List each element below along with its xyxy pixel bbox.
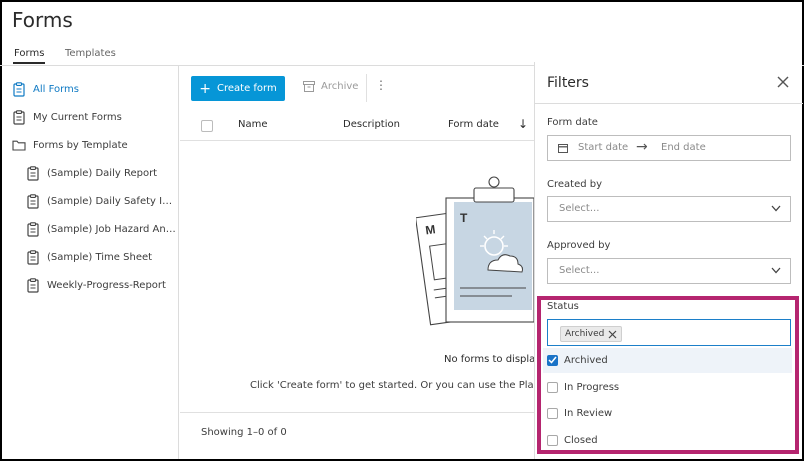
approved-by-select[interactable]: Select... xyxy=(547,258,791,284)
sidebar-item-all-forms[interactable]: All Forms xyxy=(12,79,79,99)
approved-by-label: Approved by xyxy=(547,240,611,251)
pagination-summary: Showing 1–0 of 0 xyxy=(201,427,287,438)
form-date-label: Form date xyxy=(547,117,598,128)
archive-label: Archive xyxy=(321,81,359,92)
sidebar-item-label: (Sample) Daily Safety I… xyxy=(47,195,173,207)
footer-divider xyxy=(180,412,534,413)
plus-icon: + xyxy=(199,80,211,97)
folder-icon xyxy=(12,137,26,153)
sort-descending-icon[interactable]: ↓ xyxy=(518,117,528,131)
art-letter-t: T xyxy=(460,211,468,225)
calendar-icon xyxy=(558,144,568,153)
create-form-label: Create form xyxy=(217,83,277,94)
sidebar-item-template[interactable]: (Sample) Daily Report xyxy=(26,163,157,183)
chevron-down-icon xyxy=(771,205,781,212)
clipboard-icon xyxy=(12,109,26,125)
sidebar-item-template[interactable]: (Sample) Job Hazard An… xyxy=(26,219,176,239)
sidebar-item-label: My Current Forms xyxy=(33,111,122,123)
sidebar-item-label: (Sample) Daily Report xyxy=(47,167,158,179)
approved-by-placeholder: Select... xyxy=(559,265,600,276)
archive-icon xyxy=(303,81,315,92)
clipboard-icon xyxy=(26,277,40,293)
filters-title: Filters xyxy=(547,75,589,91)
created-by-select[interactable]: Select... xyxy=(547,196,791,222)
sidebar-item-my-current-forms[interactable]: My Current Forms xyxy=(12,107,122,127)
sidebar-item-template[interactable]: Weekly-Progress-Report xyxy=(26,275,166,295)
create-form-button[interactable]: + Create form xyxy=(191,76,285,101)
archive-button[interactable]: Archive xyxy=(303,81,358,92)
more-options-icon[interactable]: ⋮ xyxy=(375,78,387,92)
sidebar: All Forms My Current Forms Forms by Temp… xyxy=(0,66,179,459)
sidebar-item-label: Weekly-Progress-Report xyxy=(47,279,166,291)
column-header-description[interactable]: Description xyxy=(343,119,400,130)
sidebar-item-label: (Sample) Job Hazard An… xyxy=(47,223,176,235)
start-date-input[interactable]: Start date xyxy=(578,142,628,153)
chevron-down-icon xyxy=(771,267,781,274)
status-filter-highlight xyxy=(537,296,799,454)
empty-state-subtitle: Click 'Create form' to get started. Or y… xyxy=(250,380,561,391)
sidebar-item-template[interactable]: (Sample) Time Sheet xyxy=(26,247,152,267)
select-all-checkbox[interactable] xyxy=(201,120,213,132)
clipboard-icon xyxy=(12,81,26,97)
column-header-name[interactable]: Name xyxy=(238,119,268,130)
tab-templates[interactable]: Templates xyxy=(65,48,116,59)
page-title: Forms xyxy=(12,8,73,32)
empty-state-title: No forms to display xyxy=(444,354,542,365)
column-header-form-date[interactable]: Form date xyxy=(448,119,499,130)
toolbar-divider xyxy=(366,74,367,102)
created-by-label: Created by xyxy=(547,179,603,190)
clipboard-icon xyxy=(26,193,40,209)
sidebar-item-label: (Sample) Time Sheet xyxy=(47,251,153,263)
forms-list-panel: + Create form Archive ⋮ Name Description… xyxy=(180,66,561,459)
created-by-placeholder: Select... xyxy=(559,203,600,214)
sidebar-item-label: All Forms xyxy=(33,83,79,95)
art-letter-m: M xyxy=(424,222,436,237)
tab-forms[interactable]: Forms xyxy=(12,48,46,64)
filters-header: Filters xyxy=(535,62,803,104)
clipboard-icon xyxy=(26,221,40,237)
table-header: Name Description Form date ↓ xyxy=(180,111,534,141)
arrow-right-icon: → xyxy=(636,139,648,155)
sidebar-item-label: Forms by Template xyxy=(33,139,128,151)
clipboard-icon xyxy=(26,249,40,265)
sidebar-item-forms-by-template[interactable]: Forms by Template xyxy=(12,135,128,155)
sidebar-item-template[interactable]: (Sample) Daily Safety I… xyxy=(26,191,172,211)
end-date-input[interactable]: End date xyxy=(661,142,706,153)
close-icon[interactable] xyxy=(777,76,789,88)
form-date-range-field[interactable]: Start date → End date xyxy=(547,135,791,161)
empty-state-illustration: M T xyxy=(414,172,535,331)
clipboard-icon xyxy=(26,165,40,181)
